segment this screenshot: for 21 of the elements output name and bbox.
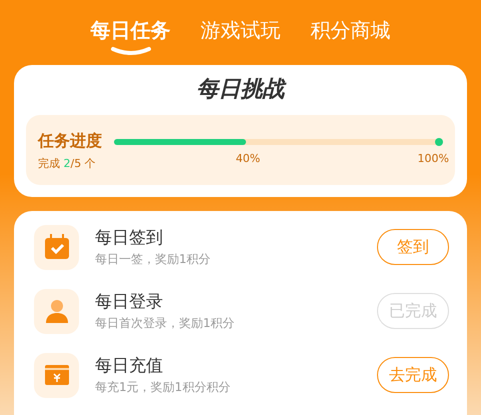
task-action-button[interactable]: 签到	[377, 229, 449, 265]
completed-count: 完成 2/5 个	[38, 156, 97, 171]
card-title: 每日挑战	[196, 76, 288, 104]
task-description: 每充1元，奖励1积分积分	[95, 379, 232, 396]
task-title: 每日登录	[95, 291, 164, 313]
calendar-check-icon	[44, 234, 68, 260]
progress-end-label: 100%	[418, 152, 449, 165]
task-title: 每日充值	[95, 355, 164, 377]
wallet-icon	[44, 365, 68, 385]
progress-label: 任务进度	[38, 131, 102, 152]
task-title: 每日签到	[95, 227, 164, 249]
tab[interactable]: 积分商城	[310, 12, 390, 58]
task-action-button[interactable]: 去完成	[377, 357, 449, 393]
tab-indicator-icon	[110, 46, 152, 56]
tab[interactable]: 每日任务	[90, 12, 170, 58]
task-description: 每日首次登录，奖励1积分	[95, 315, 236, 332]
progress-end-dot	[435, 138, 443, 146]
tab[interactable]: 游戏试玩	[200, 12, 280, 58]
task-description: 每日一签，奖励1积分	[95, 251, 212, 268]
progress-mid-label: 40%	[236, 152, 260, 165]
person-icon	[46, 299, 68, 323]
